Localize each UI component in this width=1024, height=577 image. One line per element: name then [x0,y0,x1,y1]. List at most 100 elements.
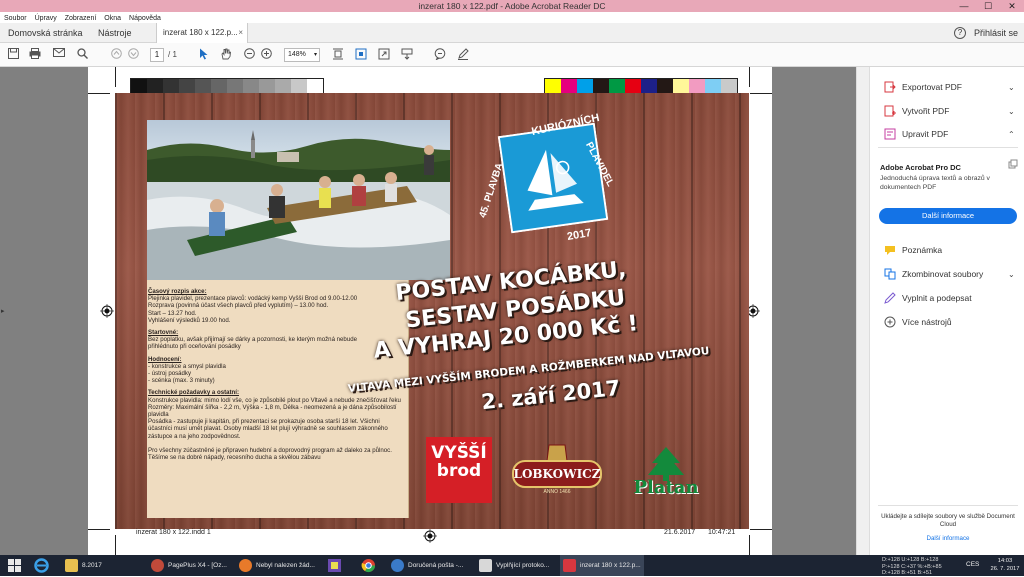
hand-tool-icon[interactable] [219,48,233,62]
learn-more-button[interactable]: Další informace [879,208,1017,224]
taskbar-item-label: Vyplňjící protoko... [496,562,550,569]
search-icon[interactable] [75,48,89,62]
taskbar-item-thunderbird[interactable]: Doručená pošta -... [388,555,472,576]
fill-sign-tool[interactable]: Vyplnit a podepsat [884,292,972,304]
requirements-line: účastníci musí umět plavat. Osoby mladší… [148,425,388,433]
crop-mark [749,535,750,555]
slug-date: 21.6.2017 [664,529,696,536]
document-cloud-link[interactable]: Další informace [880,535,1016,542]
taskbar-item-label: inzerat 180 x 122.p... [580,562,641,569]
export-pdf-item[interactable]: Exportovat PDF ⌄ [884,81,1015,93]
color-registration-bar [544,78,738,94]
page-number-input[interactable]: 1 [150,48,164,62]
color-swatch [545,79,561,93]
chrome-icon[interactable] [361,558,376,573]
tab-home[interactable]: Domovská stránka [2,23,89,43]
page-down-icon[interactable] [126,48,140,62]
requirements-line: Konstrukce plavidla: mimo lodí vše, co j… [148,396,401,404]
closing-line: Pro všechny zúčastněné je připraven hude… [148,446,392,454]
tab-tools[interactable]: Nástroje [92,23,138,43]
comment-tool[interactable]: Poznámka [884,244,942,256]
zoom-out-icon[interactable] [242,48,256,62]
taskbar-item-label: Doručená pošta -... [408,562,464,569]
rating-line: - konstrukce a smysl plavidla [148,362,226,370]
signin-link[interactable]: Přihlásit se [974,23,1018,43]
scroll-mode-icon[interactable] [400,48,414,62]
comment-icon [885,246,895,255]
zoom-value: 148% [288,51,306,58]
taskbar-item-folder[interactable]: 8.2017 [62,555,142,576]
tab-bar: Domovská stránka Nástroje inzerat 180 x … [0,23,1024,43]
divider [878,505,1018,506]
mail-icon[interactable] [52,48,66,62]
windows-start-icon[interactable] [8,559,21,572]
clock[interactable]: 14:03 26. 7. 2017 [988,557,1022,573]
schedule-line: Start – 13.27 hod. [148,309,197,317]
color-swatch [561,79,577,93]
pen-icon[interactable] [456,48,470,62]
clock-date: 26. 7. 2017 [990,566,1020,572]
print-icon[interactable] [28,48,42,62]
divider [878,147,1018,148]
taskbar-item-firefox[interactable]: Nebyl nalezen žád... [236,555,320,576]
zoom-in-icon[interactable] [259,48,273,62]
close-button[interactable]: ✕ [1002,0,1022,12]
save-icon[interactable] [6,48,20,62]
taskbar-item-document[interactable]: Vyplňjící protoko... [476,555,556,576]
color-swatch [625,79,641,93]
acrobat-icon [563,559,576,572]
internet-explorer-icon[interactable] [34,558,49,573]
window-title: inzerat 180 x 122.pdf - Adobe Acrobat Re… [418,1,606,11]
schedule-line: Rozprava (povinná účast všech plavců pře… [148,302,329,310]
registration-target-icon [100,304,114,318]
badge-ring-right: PLAVIDEL [583,140,616,189]
language-indicator[interactable]: CES [966,561,979,568]
comment-icon[interactable] [433,48,447,62]
lobkowicz-logo: LOBKOWICZ ANNO 1466 [509,443,605,499]
vertical-scrollbar[interactable] [856,67,869,555]
combine-files-tool[interactable]: Zkombinovat soubory ⌄ [884,268,1015,280]
color-swatch [259,79,275,93]
info-text: Časový rozpis akce: Plejinka plavidel, p… [148,288,410,461]
tab-document-label: inzerat 180 x 122.p... [163,28,238,37]
thunderbird-icon [391,559,404,572]
create-pdf-item[interactable]: Vytvořit PDF ⌄ [884,105,1015,117]
edit-pdf-label: Upravit PDF [902,129,949,139]
slug-time: 10:47:21 [708,529,736,536]
help-icon[interactable]: ? [954,27,966,39]
edit-pdf-item[interactable]: Upravit PDF ⌃ [884,128,1015,140]
color-swatch [307,79,323,93]
rotate-icon[interactable] [354,48,368,62]
minimize-button[interactable]: — [954,0,974,12]
taskbar-item-acrobat[interactable]: inzerat 180 x 122.p... [560,555,644,576]
schedule-line: Vyhlášení výsledků 19.00 hod. [148,316,231,324]
badge-text: KURIÓZNÍCH 45. PLAVBA PLAVIDEL 2017 [477,112,625,249]
tab-close-icon[interactable]: × [238,23,243,43]
rafting-photo [147,120,450,280]
taskbar-item-pageplus[interactable]: PagePlus X4 - [Oz... [148,555,230,576]
requirements-line: zástupce a na jeho zodpovědnost. [148,432,241,440]
crop-mark [88,529,110,530]
crop-mark [749,67,750,87]
promo-title: Adobe Acrobat Pro DC [880,163,961,172]
badge-ring-top: KURIÓZNÍCH [530,111,601,139]
maximize-button[interactable]: ☐ [978,0,998,12]
tab-document[interactable]: inzerat 180 x 122.p... × [156,23,248,43]
zoom-select[interactable]: 148% ▾ [284,48,320,62]
copy-icon[interactable] [1008,159,1018,169]
clock-time: 14:03 [997,558,1013,564]
left-panel-toggle-icon[interactable]: ▸ [1,307,5,315]
full-screen-icon[interactable] [377,48,391,62]
more-tools-item[interactable]: Více nástrojů [884,316,952,328]
photoshop-icon[interactable] [327,558,342,573]
fit-page-icon[interactable] [331,48,345,62]
select-cursor-icon[interactable] [196,48,210,62]
page-up-icon[interactable] [109,48,123,62]
promo-description: Jednoduchá úprava textů a obrazů v dokum… [880,175,990,191]
crop-mark [115,535,116,555]
more-tools-icon [884,316,896,328]
gray-registration-bar [130,78,324,94]
color-swatch [131,79,147,93]
taskbar-item-label: 8.2017 [82,562,102,569]
document-viewer[interactable]: ▸ Časový rozpis akce: Plejinka plavidel,… [0,67,869,555]
